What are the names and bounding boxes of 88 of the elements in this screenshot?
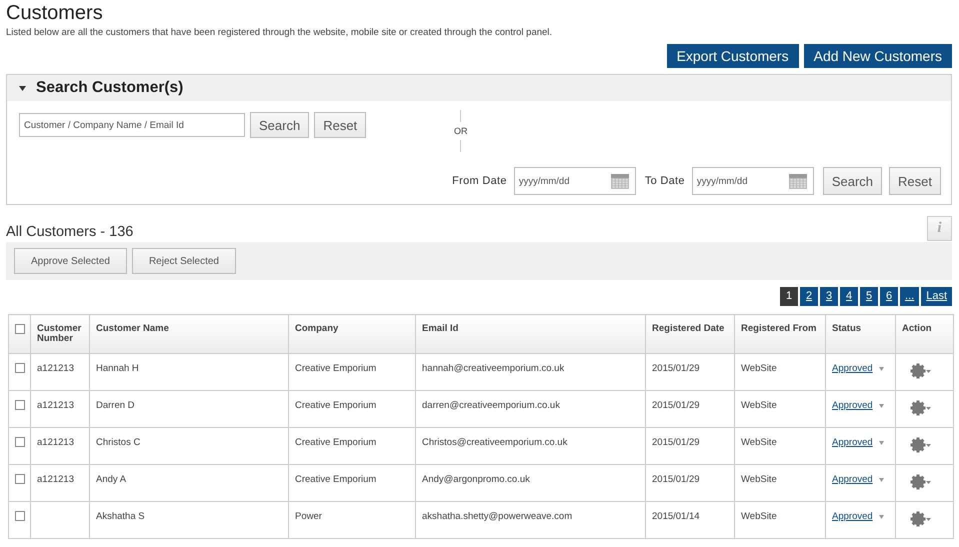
table-cell: Creative Emporium bbox=[288, 464, 416, 502]
checkbox[interactable] bbox=[15, 324, 25, 334]
table-cell: a121213 bbox=[30, 354, 90, 390]
gear-icon[interactable] bbox=[910, 474, 932, 490]
status-link[interactable]: Approved bbox=[832, 363, 873, 374]
bulk-action-button[interactable]: Approve Selected bbox=[14, 248, 127, 274]
page-title: Customers bbox=[6, 2, 104, 24]
table-cell: 2015/01/29 bbox=[646, 354, 734, 390]
reset-button[interactable]: Reset bbox=[314, 112, 366, 138]
status-link[interactable]: Approved bbox=[832, 400, 873, 411]
header-cell: Customer Number bbox=[30, 314, 90, 354]
header-cell: Company bbox=[288, 314, 416, 354]
table-cell: 2015/01/29 bbox=[646, 464, 734, 502]
checkbox[interactable] bbox=[15, 474, 25, 484]
from-date-label: From Date bbox=[452, 175, 507, 187]
table-cell: WebSite bbox=[734, 502, 826, 538]
header-cell: Registered Date bbox=[646, 314, 734, 354]
calendar-icon[interactable] bbox=[788, 172, 808, 190]
status-link[interactable]: Approved bbox=[832, 437, 873, 448]
table-cell: 2015/01/29 bbox=[646, 390, 734, 428]
table-cell: Power bbox=[288, 502, 416, 538]
gear-icon[interactable] bbox=[910, 400, 932, 416]
checkbox[interactable] bbox=[15, 400, 25, 410]
header-cell: Customer Name bbox=[90, 314, 288, 354]
from-date-field[interactable]: yyyy/mm/dd bbox=[514, 167, 636, 195]
table-cell: Creative Emporium bbox=[288, 428, 416, 464]
table-cell: 2015/01/29 bbox=[646, 428, 734, 464]
caret-icon[interactable] bbox=[878, 404, 884, 408]
date-reset-button[interactable]: Reset bbox=[889, 167, 941, 195]
table-cell: a121213 bbox=[30, 464, 90, 502]
checkbox[interactable] bbox=[15, 363, 25, 373]
page-link[interactable]: 6 bbox=[880, 287, 898, 306]
status-link[interactable]: Approved bbox=[832, 474, 873, 485]
page-description: Listed below are all the customers that have been registered through the website, mobile site or created through the control panel. bbox=[6, 27, 554, 38]
gear-icon[interactable] bbox=[910, 511, 932, 527]
table-cell: WebSite bbox=[734, 354, 826, 390]
date-search-button[interactable]: Search bbox=[822, 167, 882, 195]
header-cell: Status bbox=[826, 314, 896, 354]
table-cell: a121213 bbox=[30, 390, 90, 428]
bulk-action-button[interactable]: Reject Selected bbox=[132, 248, 236, 274]
table-cell: hannah@creativeemporium.co.uk bbox=[416, 354, 646, 390]
table-cell: Creative Emporium bbox=[288, 354, 416, 390]
table-cell: Darren D bbox=[90, 390, 288, 428]
table-cell: Christos C bbox=[90, 428, 288, 464]
page-link[interactable]: ... bbox=[900, 287, 920, 306]
table-cell: darren@creativeemporium.co.uk bbox=[416, 390, 646, 428]
table-cell: Christos@creativeemporium.co.uk bbox=[416, 428, 646, 464]
checkbox[interactable] bbox=[15, 511, 25, 521]
calendar-icon[interactable] bbox=[610, 172, 630, 190]
table-cell: Andy A bbox=[90, 464, 288, 502]
page-link[interactable]: Last bbox=[921, 287, 952, 306]
gear-icon[interactable] bbox=[910, 363, 932, 379]
header-cell: Action bbox=[896, 314, 954, 354]
table-cell: Akshatha S bbox=[90, 502, 288, 538]
header-button[interactable]: Export Customers bbox=[666, 44, 799, 68]
search-field[interactable]: Customer / Company Name / Email Id bbox=[19, 113, 245, 137]
status-link[interactable]: Approved bbox=[832, 511, 873, 522]
caret-icon[interactable] bbox=[878, 515, 884, 519]
gear-icon[interactable] bbox=[910, 437, 932, 453]
to-date-label: To Date bbox=[644, 175, 685, 187]
panel-title: Search Customer(s) bbox=[36, 79, 184, 97]
to-date-field[interactable]: yyyy/mm/dd bbox=[692, 167, 814, 195]
checkbox[interactable] bbox=[15, 437, 25, 447]
or-separator: OR bbox=[454, 126, 468, 136]
page-link[interactable]: 2 bbox=[800, 287, 818, 306]
list-title: All Customers - 136 bbox=[6, 224, 134, 240]
table-cell: Creative Emporium bbox=[288, 390, 416, 428]
header-cell: Email Id bbox=[416, 314, 646, 354]
table-cell: WebSite bbox=[734, 464, 826, 502]
page-link[interactable]: 1 bbox=[780, 287, 798, 306]
table-cell: 2015/01/14 bbox=[646, 502, 734, 538]
table-cell: WebSite bbox=[734, 428, 826, 464]
caret-icon[interactable] bbox=[878, 478, 884, 482]
table-cell: Hannah H bbox=[90, 354, 288, 390]
table-cell: Andy@argonpromo.co.uk bbox=[416, 464, 646, 502]
header-cell: Registered From bbox=[734, 314, 826, 354]
page-link[interactable]: 5 bbox=[860, 287, 878, 306]
panel-header[interactable]: Search Customer(s) bbox=[7, 75, 951, 101]
header-button[interactable]: Add New Customers bbox=[804, 44, 952, 68]
table-cell: WebSite bbox=[734, 390, 826, 428]
collapse-icon[interactable] bbox=[19, 86, 26, 90]
page-link[interactable]: 4 bbox=[840, 287, 858, 306]
search-button[interactable]: Search bbox=[250, 112, 310, 138]
table-cell: akshatha.shetty@powerweave.com bbox=[416, 502, 646, 538]
page-link[interactable]: 3 bbox=[820, 287, 838, 306]
caret-icon[interactable] bbox=[878, 367, 884, 371]
caret-icon[interactable] bbox=[878, 441, 884, 445]
table-cell: a121213 bbox=[30, 428, 90, 464]
